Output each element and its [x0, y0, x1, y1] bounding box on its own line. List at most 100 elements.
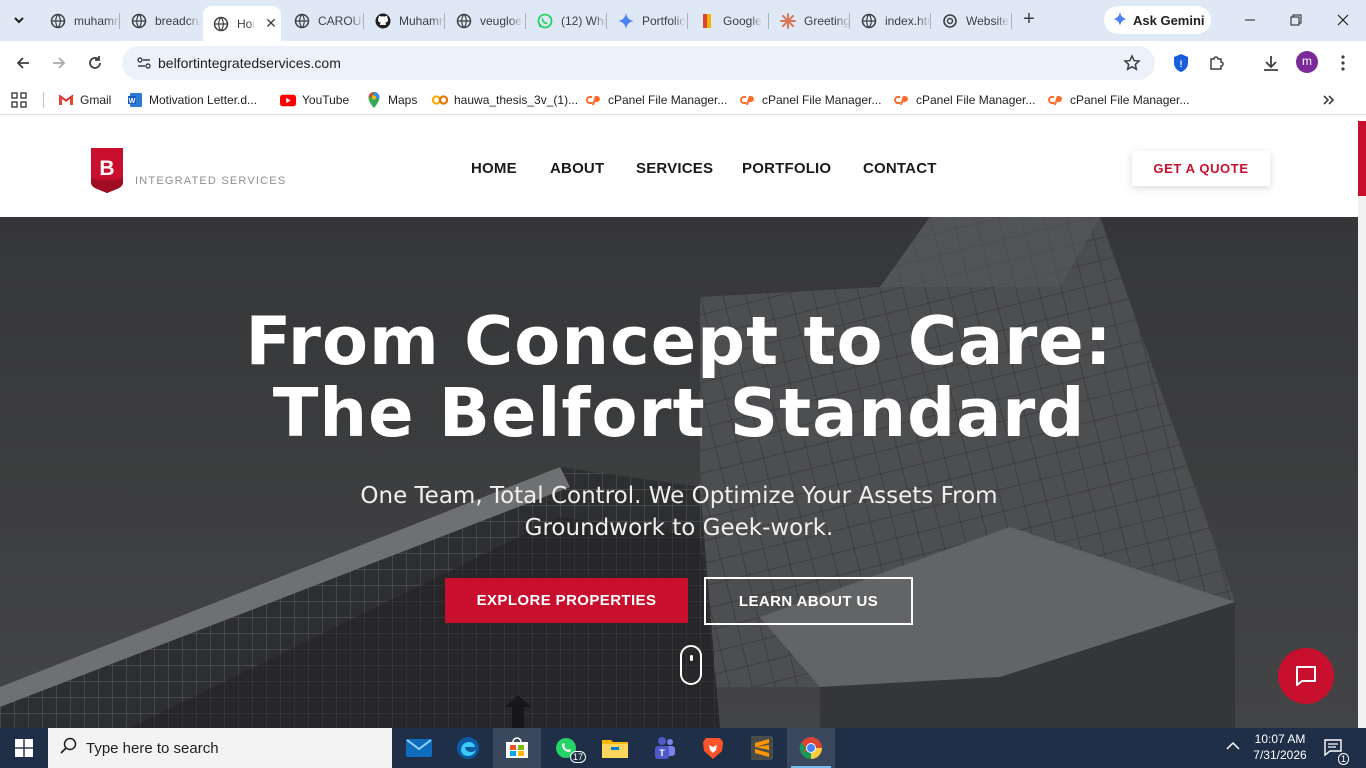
download-icon[interactable] — [1260, 52, 1282, 74]
ask-gemini-label: Ask Gemini — [1133, 12, 1205, 28]
notification-center-button[interactable]: 1 — [1324, 739, 1349, 765]
chrome-icon — [799, 737, 822, 759]
get-a-quote-button[interactable]: GET A QUOTE — [1132, 151, 1270, 186]
close-window-button[interactable] — [1320, 0, 1366, 40]
tray-chevron-up-icon[interactable] — [1226, 740, 1240, 754]
tab-5[interactable]: Muhammad — [365, 6, 445, 35]
taskbar-chrome[interactable] — [787, 728, 835, 768]
bookmark-gmail[interactable]: Gmail — [58, 91, 111, 109]
logo-text: INTEGRATED SERVICES — [135, 175, 287, 187]
bookmark-youtube[interactable]: YouTube — [280, 91, 349, 109]
extensions-puzzle-icon[interactable] — [1206, 52, 1228, 74]
tab-title: Greetings — [804, 13, 850, 28]
double-chevron-right-icon — [1323, 95, 1335, 105]
globe-icon — [456, 13, 472, 29]
taskbar-store[interactable] — [493, 728, 541, 768]
hero-title-line-2: The Belfort Standard — [272, 374, 1086, 452]
bookmark-label: cPanel File Manager... — [762, 93, 882, 107]
tab-3-active[interactable]: Home ✕ — [203, 6, 281, 41]
minimize-button[interactable] — [1227, 0, 1273, 40]
bitwarden-extension-icon[interactable]: ! — [1170, 52, 1192, 74]
back-button[interactable] — [9, 49, 37, 77]
notification-count-badge: 1 — [1337, 753, 1349, 765]
taskbar-edge[interactable] — [444, 728, 492, 768]
taskbar-file-explorer[interactable] — [591, 728, 639, 768]
tab-search-button[interactable] — [6, 7, 32, 33]
svg-text:T: T — [659, 748, 665, 758]
taskbar-sublime-text[interactable] — [738, 728, 786, 768]
bookmark-hauwa-thesis[interactable]: hauwa_thesis_3v_(1)... — [432, 91, 578, 109]
bookmark-label: YouTube — [302, 93, 350, 107]
reload-button[interactable] — [81, 49, 109, 77]
bookmark-maps[interactable]: Maps — [366, 91, 417, 109]
taskbar-clock[interactable]: 10:07 AM 7/31/2026 — [1252, 731, 1308, 763]
gmail-icon — [58, 92, 74, 108]
tab-1[interactable]: muhammad — [40, 6, 120, 35]
taskbar-search-box[interactable]: Type here to search — [48, 728, 392, 768]
tab-9[interactable]: Google — [689, 6, 769, 35]
nav-home[interactable]: HOME — [471, 160, 517, 177]
more-bookmarks-button[interactable] — [1322, 91, 1336, 109]
chat-widget-button[interactable] — [1278, 648, 1334, 704]
tab-title: Website — [966, 13, 1010, 28]
clock-date: 7/31/2026 — [1253, 748, 1307, 762]
taskbar-brave[interactable] — [689, 728, 737, 768]
bookmark-label: Maps — [388, 93, 418, 107]
nav-contact[interactable]: CONTACT — [863, 160, 937, 177]
kebab-menu-icon[interactable] — [1332, 52, 1354, 74]
ask-gemini-button[interactable]: Ask Gemini — [1104, 6, 1211, 34]
tab-11[interactable]: index.html — [851, 6, 931, 35]
profile-avatar[interactable]: m — [1296, 51, 1318, 73]
svg-text:!: ! — [1180, 59, 1183, 69]
bookmark-motivation-letter[interactable]: W Motivation Letter.d... — [127, 91, 257, 109]
tab-2[interactable]: breadcrumb — [121, 6, 201, 35]
cpanel-icon — [894, 92, 910, 108]
page-scrollbar[interactable] — [1358, 121, 1366, 728]
tab-title: Google — [723, 13, 762, 28]
scrollbar-thumb[interactable] — [1358, 121, 1366, 196]
address-bar[interactable]: belfortintegratedservices.com — [122, 46, 1155, 80]
taskbar-teams[interactable]: T — [640, 728, 688, 768]
taskbar-whatsapp[interactable]: 17 — [542, 728, 590, 768]
bookmark-cpanel-3[interactable]: cPanel File Manager... — [894, 91, 1035, 109]
belfort-logo-shield[interactable]: B — [91, 148, 123, 193]
bookmark-label: Motivation Letter.d... — [149, 93, 258, 107]
close-tab-icon[interactable]: ✕ — [263, 15, 279, 32]
tab-12[interactable]: Website — [932, 6, 1012, 35]
bookmark-star-icon[interactable] — [1123, 54, 1141, 77]
forward-button[interactable] — [45, 49, 73, 77]
tab-4[interactable]: CAROUSEL — [284, 6, 364, 35]
nav-services[interactable]: SERVICES — [636, 160, 713, 177]
brave-lion-icon — [703, 738, 723, 759]
tab-title: index.html — [885, 13, 931, 28]
close-icon — [1337, 14, 1349, 26]
tab-6[interactable]: veugloe — [446, 6, 526, 35]
bookmarks-divider — [43, 92, 44, 108]
explore-properties-button[interactable]: EXPLORE PROPERTIES — [445, 578, 688, 623]
restore-button[interactable] — [1273, 0, 1319, 40]
tab-7[interactable]: (12) WhatsApp — [527, 6, 607, 35]
url-text: belfortintegratedservices.com — [158, 55, 341, 71]
bookmark-cpanel-2[interactable]: cPanel File Manager... — [740, 91, 881, 109]
tab-10[interactable]: Greetings — [770, 6, 850, 35]
tab-8[interactable]: Portfolio — [608, 6, 688, 35]
scroll-mouse-icon[interactable] — [680, 645, 702, 685]
nav-about[interactable]: ABOUT — [550, 160, 604, 177]
bookmark-cpanel-4[interactable]: cPanel File Manager... — [1048, 91, 1189, 109]
forward-arrow-icon — [53, 57, 66, 69]
logo-letter: B — [99, 157, 114, 180]
apps-grid-button[interactable] — [11, 91, 27, 109]
taskbar-mail[interactable] — [395, 728, 443, 768]
tab-strip: muhammad breadcrumb Home ✕ CAROUSEL Muha… — [0, 0, 1366, 41]
start-button[interactable] — [0, 728, 48, 768]
hero-title-line-1: From Concept to Care: — [245, 302, 1113, 380]
learn-about-us-button[interactable]: LEARN ABOUT US — [704, 577, 913, 625]
bookmark-cpanel-1[interactable]: cPanel File Manager... — [586, 91, 727, 109]
nav-portfolio[interactable]: PORTFOLIO — [742, 160, 831, 177]
tab-title: CAROUSEL — [318, 13, 364, 28]
search-icon — [60, 737, 78, 760]
tab-title: (12) WhatsApp — [561, 13, 607, 28]
github-icon — [375, 13, 391, 29]
site-info-icon[interactable] — [131, 55, 157, 71]
new-tab-button[interactable]: + — [1018, 9, 1040, 31]
